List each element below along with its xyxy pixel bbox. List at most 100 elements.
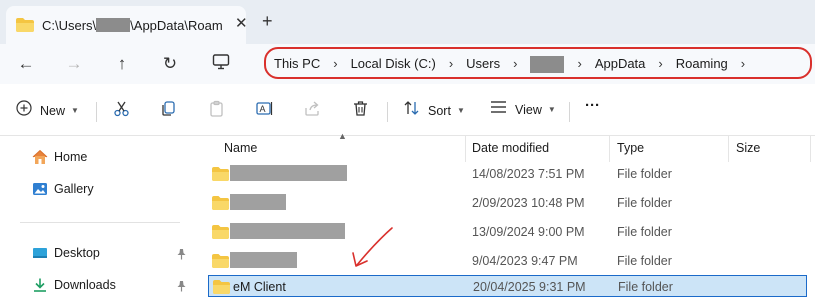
delete-button[interactable] <box>352 100 369 117</box>
folder-icon <box>212 196 229 210</box>
sidebar-item-label: Home <box>54 150 88 164</box>
table-row[interactable]: 9/04/2023 9:47 PM File folder <box>208 250 807 272</box>
sidebar-item-desktop[interactable]: Desktop <box>32 245 100 261</box>
pin-icon[interactable] <box>176 248 187 263</box>
back-button[interactable]: ← <box>14 52 38 76</box>
copy-button[interactable] <box>160 100 177 117</box>
column-divider[interactable] <box>465 136 466 162</box>
chevron-down-icon: ▼ <box>456 106 465 115</box>
redacted-folder-name <box>230 223 345 239</box>
paste-button[interactable] <box>208 100 225 117</box>
row-date: 14/08/2023 7:51 PM <box>472 167 585 181</box>
pin-icon[interactable] <box>176 280 187 295</box>
folder-icon <box>213 280 230 294</box>
column-header-date-modified[interactable]: Date modified <box>472 141 549 155</box>
redacted-folder-name <box>230 252 297 268</box>
row-date: 20/04/2025 9:31 PM <box>473 280 586 294</box>
breadcrumb-local-disk[interactable]: Local Disk (C:) <box>351 56 436 71</box>
divider <box>569 102 570 122</box>
new-tab-button[interactable]: + <box>262 12 273 30</box>
redacted-folder-name <box>230 165 347 181</box>
chevron-down-icon: ▼ <box>547 105 556 114</box>
gallery-icon <box>32 181 48 197</box>
file-list: ▲ Name Date modified Type Size 14/08/202… <box>193 131 815 304</box>
tab-title: C:\Users\ \AppData\Roam <box>42 18 223 33</box>
view-button[interactable]: View ▼ <box>490 100 556 119</box>
share-button[interactable] <box>304 100 321 117</box>
column-divider[interactable] <box>810 136 811 162</box>
breadcrumb-redacted-user[interactable] <box>530 56 565 73</box>
cut-button[interactable] <box>113 100 130 117</box>
chevron-right-icon[interactable]: › <box>333 56 337 71</box>
sidebar-item-home[interactable]: Home <box>32 149 87 165</box>
new-button[interactable]: New ▼ <box>16 100 79 121</box>
row-type: File folder <box>617 225 672 239</box>
folder-icon <box>212 254 229 268</box>
sort-ascending-icon: ▲ <box>338 131 347 141</box>
copy-icon <box>162 101 175 116</box>
sort-icon <box>403 100 420 121</box>
sidebar-item-label: Desktop <box>54 246 100 260</box>
red-arrow-annotation <box>352 227 393 267</box>
this-pc-icon[interactable] <box>212 53 230 74</box>
desktop-icon <box>32 245 48 261</box>
row-type: File folder <box>617 167 672 181</box>
table-row-selected[interactable]: eM Client 20/04/2025 9:31 PM File folder <box>208 275 807 297</box>
column-header-size[interactable]: Size <box>736 141 760 155</box>
column-header-type[interactable]: Type <box>617 141 644 155</box>
tab-strip: C:\Users\ \AppData\Roam ✕ + <box>0 0 815 44</box>
table-row[interactable]: 13/09/2024 9:00 PM File folder <box>208 221 807 243</box>
folder-icon <box>16 18 34 32</box>
row-date: 9/04/2023 9:47 PM <box>472 254 578 268</box>
row-type: File folder <box>618 280 673 294</box>
column-divider[interactable] <box>728 136 729 162</box>
tab-title-prefix: C:\Users\ <box>42 17 97 33</box>
command-bar: New ▼ A Sort ▼ View ▼ ··· <box>0 84 815 136</box>
sidebar-item-gallery[interactable]: Gallery <box>32 181 94 197</box>
tab-appdata-roaming[interactable]: C:\Users\ \AppData\Roam ✕ <box>6 6 248 44</box>
forward-button[interactable]: → <box>62 52 86 76</box>
row-date: 2/09/2023 10:48 PM <box>472 196 585 210</box>
breadcrumb-roaming[interactable]: Roaming <box>676 56 728 71</box>
folder-icon <box>212 167 229 181</box>
chevron-down-icon: ▼ <box>71 106 79 115</box>
redacted-username <box>96 18 131 32</box>
view-label: View <box>515 102 542 117</box>
breadcrumb-users[interactable]: Users <box>466 56 500 71</box>
sort-label: Sort <box>428 103 451 118</box>
svg-text:A: A <box>260 104 266 114</box>
folder-icon <box>212 225 229 239</box>
plus-circle-icon <box>16 100 32 121</box>
breadcrumb: This PC › Local Disk (C:) › Users › › Ap… <box>264 47 812 79</box>
chevron-right-icon[interactable]: › <box>513 56 517 71</box>
breadcrumb-appdata[interactable]: AppData <box>595 56 646 71</box>
clipboard-icon <box>210 100 223 117</box>
chevron-right-icon[interactable]: › <box>741 56 745 71</box>
chevron-right-icon[interactable]: › <box>577 56 581 71</box>
tab-title-suffix: \AppData\Roam <box>130 17 223 33</box>
row-name: eM Client <box>233 280 286 294</box>
chevron-right-icon[interactable]: › <box>449 56 453 71</box>
refresh-button[interactable]: ↻ <box>158 52 182 76</box>
row-date: 13/09/2024 9:00 PM <box>472 225 585 239</box>
breadcrumb-this-pc[interactable]: This PC <box>274 56 320 71</box>
divider <box>387 102 388 122</box>
table-row[interactable]: 2/09/2023 10:48 PM File folder <box>208 192 807 214</box>
more-options-button[interactable]: ··· <box>585 97 600 114</box>
sidebar-item-downloads[interactable]: Downloads <box>32 277 116 293</box>
column-header-name[interactable]: Name <box>224 141 257 155</box>
share-icon <box>305 101 319 116</box>
row-type: File folder <box>617 196 672 210</box>
downloads-icon <box>32 277 48 293</box>
navigation-pane: Home Gallery Desktop Downloads <box>0 136 193 304</box>
close-tab-icon[interactable]: ✕ <box>235 16 248 31</box>
chevron-right-icon[interactable]: › <box>658 56 662 71</box>
rename-button[interactable]: A <box>256 100 274 117</box>
sidebar-item-label: Downloads <box>54 278 116 292</box>
table-row[interactable]: 14/08/2023 7:51 PM File folder <box>208 163 807 185</box>
column-divider[interactable] <box>609 136 610 162</box>
sort-button[interactable]: Sort ▼ <box>403 100 465 121</box>
sidebar-item-label: Gallery <box>54 182 94 196</box>
column-headers: ▲ Name Date modified Type Size <box>193 131 815 162</box>
up-button[interactable]: ↑ <box>110 52 134 76</box>
